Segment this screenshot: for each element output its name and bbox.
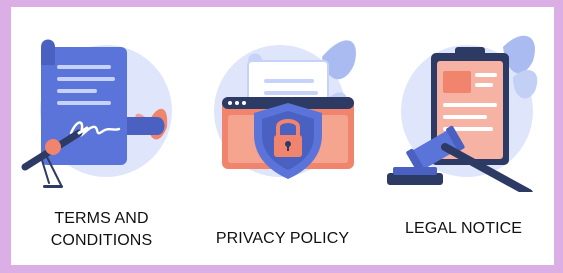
label-line-2: CONDITIONS [50,232,153,249]
privacy-policy-link[interactable]: PRIVACY POLICY [192,7,373,265]
privacy-shield-lock-icon [214,40,356,179]
signing-document-icon [21,39,172,188]
legal-notice-label: LEGAL NOTICE [404,220,523,237]
terms-and-conditions-link[interactable]: TERMS AND CONDITIONS [11,7,192,265]
legal-links-panel: TERMS AND CONDITIONS PRIVACY POLICY LEGA… [11,7,554,265]
privacy-policy-label: PRIVACY POLICY [215,230,350,247]
terms-and-conditions-label: TERMS AND CONDITIONS [11,208,192,252]
legal-notice-link[interactable]: LEGAL NOTICE [373,7,554,265]
label-line-1: TERMS AND [54,210,149,227]
clipboard-gavel-icon [387,35,538,192]
